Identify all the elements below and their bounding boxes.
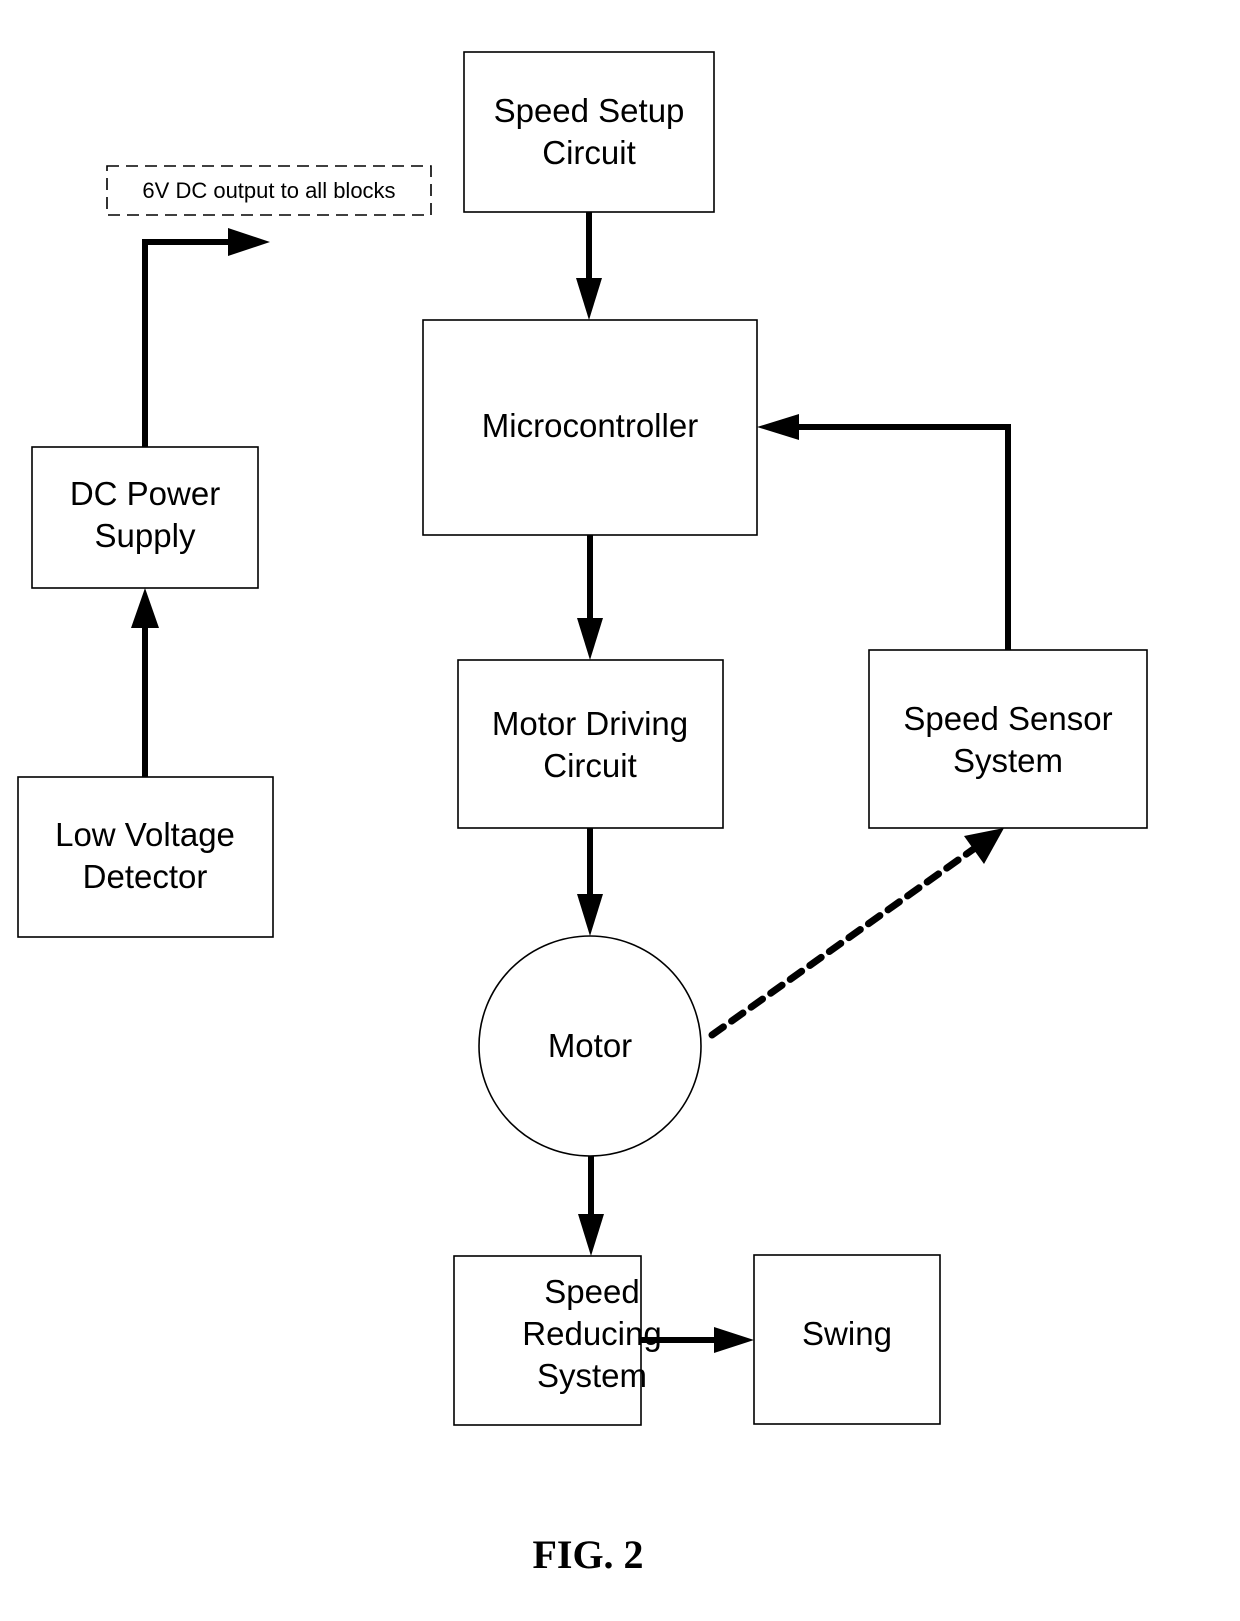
arrow-head xyxy=(714,1327,754,1353)
swing-label: Swing xyxy=(802,1315,892,1352)
arrow-head xyxy=(131,588,159,628)
arrow-microcontroller-to-motor-driving xyxy=(577,535,603,660)
speed-sensor-label-line2: System xyxy=(953,742,1063,779)
low-voltage-label-line2: Detector xyxy=(83,858,208,895)
swing-block: Swing xyxy=(753,1254,941,1425)
speed-reducing-label-line2: Reducing xyxy=(522,1315,661,1352)
dc-power-supply-block: DC Power Supply xyxy=(31,446,259,589)
motor-driving-label-line2: Circuit xyxy=(543,747,637,784)
arrow-head xyxy=(577,618,603,660)
output-note-text: 6V DC output to all blocks xyxy=(142,178,395,203)
arrow-low-voltage-to-dc-power xyxy=(131,588,159,777)
arrow-speed-setup-to-microcontroller xyxy=(576,212,602,320)
arrow-shaft xyxy=(797,424,1011,650)
arrow-head xyxy=(576,278,602,320)
arrow-head xyxy=(964,828,1004,864)
arrow-shaft-dotted xyxy=(708,844,979,1039)
arrow-motor-to-speed-reducing xyxy=(578,1156,604,1256)
speed-reducing-label-line3: System xyxy=(537,1357,647,1394)
arrow-shaft xyxy=(142,239,232,447)
block-diagram: 6V DC output to all blocks Speed Setup C… xyxy=(17,51,1148,1577)
speed-reducing-system-block: Speed Reducing System xyxy=(453,1255,662,1426)
motor-driving-circuit-block: Motor Driving Circuit xyxy=(457,659,724,829)
arrow-head xyxy=(578,1214,604,1256)
speed-setup-circuit-block: Speed Setup Circuit xyxy=(463,51,715,213)
arrow-motor-driving-to-motor xyxy=(577,828,603,936)
dc-power-label-line1: DC Power xyxy=(70,475,220,512)
speed-setup-label-line2: Circuit xyxy=(542,134,636,171)
arrow-speed-sensor-to-microcontroller xyxy=(757,414,1011,650)
arrow-head xyxy=(228,228,270,256)
motor-block: Motor xyxy=(478,935,702,1157)
motor-label: Motor xyxy=(548,1027,632,1064)
dc-power-label-line2: Supply xyxy=(95,517,196,554)
low-voltage-label-line1: Low Voltage xyxy=(55,816,235,853)
low-voltage-detector-block: Low Voltage Detector xyxy=(17,776,274,938)
speed-sensor-label-line1: Speed Sensor xyxy=(903,700,1112,737)
arrow-head xyxy=(577,894,603,936)
microcontroller-block: Microcontroller xyxy=(422,319,758,536)
speed-reducing-label-line1: Speed xyxy=(544,1273,639,1310)
speed-setup-label-line1: Speed Setup xyxy=(494,92,685,129)
arrow-dc-power-to-output xyxy=(142,228,270,447)
arrow-head xyxy=(757,414,799,440)
output-note: 6V DC output to all blocks xyxy=(106,165,432,216)
microcontroller-label: Microcontroller xyxy=(482,407,698,444)
speed-sensor-system-block: Speed Sensor System xyxy=(868,649,1148,829)
motor-driving-label-line1: Motor Driving xyxy=(492,705,688,742)
figure-caption: FIG. 2 xyxy=(532,1532,643,1577)
arrow-motor-to-speed-sensor xyxy=(708,828,1004,1039)
